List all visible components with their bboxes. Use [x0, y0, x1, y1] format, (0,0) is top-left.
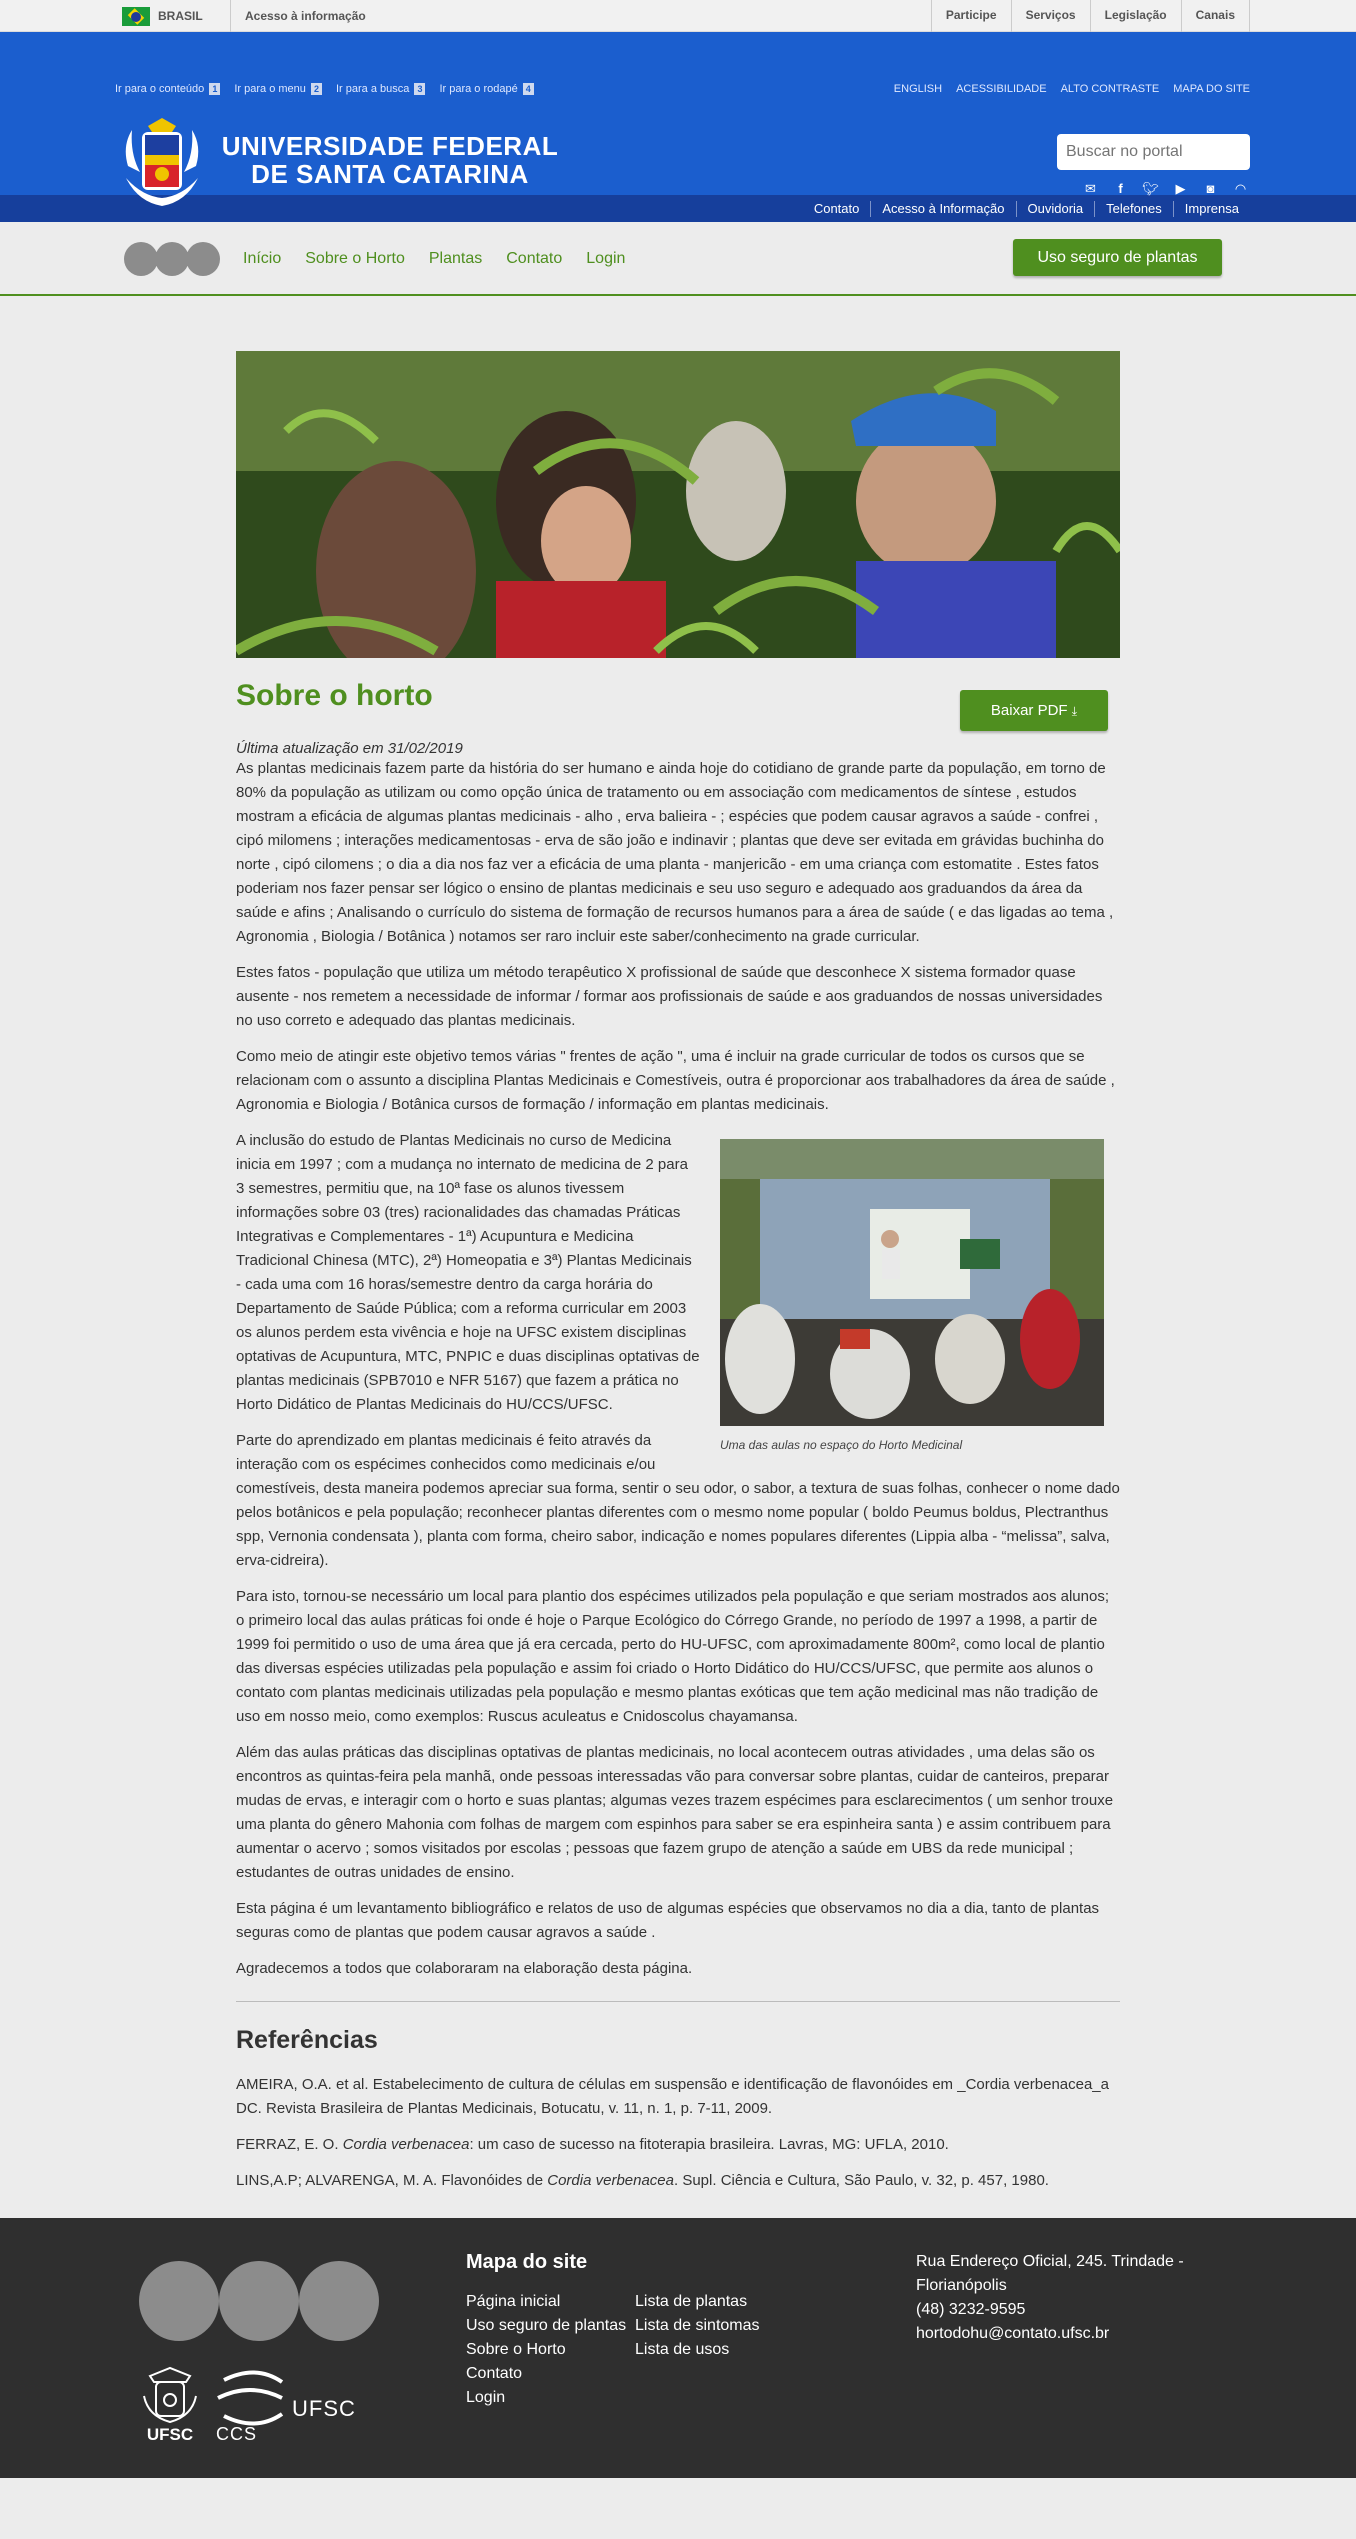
skip-link-footer[interactable]: Ir para o rodapé 4	[439, 83, 534, 95]
sub-link-imprensa[interactable]: Imprensa	[1172, 200, 1250, 217]
nav-plantas[interactable]: Plantas	[429, 250, 482, 268]
gov-bar: BRASIL Acesso à informação Participe Ser…	[0, 0, 1356, 32]
accessibility-link[interactable]: ACESSIBILIDADE	[956, 83, 1046, 95]
instagram-icon[interactable]: ◙	[1202, 180, 1219, 197]
paragraph: Além das aulas práticas das disciplinas …	[236, 1744, 1114, 1881]
logo-circle	[124, 242, 158, 276]
sub-link-acesso[interactable]: Acesso à Informação	[870, 200, 1015, 217]
nav-links: Início Sobre o Horto Plantas Contato Log…	[243, 222, 625, 296]
nav-contato[interactable]: Contato	[506, 250, 562, 268]
high-contrast-link[interactable]: ALTO CONTRASTE	[1061, 83, 1160, 95]
logo-circle	[219, 2261, 299, 2341]
skip-link-menu[interactable]: Ir para o menu 2	[234, 83, 322, 95]
site-footer: UFSC CCS UFSC Mapa do site Página inicia…	[0, 2218, 1356, 2478]
gov-link-canais[interactable]: Canais	[1180, 0, 1250, 32]
footer-phone: (48) 3232-9595	[916, 2301, 1026, 2318]
footer-address: Rua Endereço Oficial, 245. Trindade - Fl…	[916, 2253, 1184, 2294]
logo-circle	[299, 2261, 379, 2341]
access-info-link[interactable]: Acesso à informação	[230, 0, 366, 32]
sub-link-telefones[interactable]: Telefones	[1094, 200, 1173, 217]
reference-item: FERRAZ, E. O. Cordia verbenacea: um caso…	[236, 2136, 949, 2153]
footer-link-login[interactable]: Login	[466, 2386, 626, 2410]
gov-links: Participe Serviços Legislação Canais	[930, 0, 1250, 32]
class-figure: Uma das aulas no espaço do Horto Medicin…	[720, 1139, 1104, 1452]
social-links: ✉ f 🐦︎ ▶ ◙ ◠	[1082, 180, 1249, 197]
university-name[interactable]: UNIVERSIDADE FEDERAL DE SANTA CATARINA	[210, 132, 570, 188]
twitter-icon[interactable]: 🐦︎	[1142, 180, 1159, 197]
logo-circle	[186, 242, 220, 276]
ufsc-footer-logo[interactable]: UFSC	[140, 2366, 200, 2446]
accessibility-links: ENGLISH ACESSIBILIDADE ALTO CONTRASTE MA…	[894, 83, 1250, 95]
youtube-icon[interactable]: ▶	[1172, 180, 1189, 197]
references-title: Referências	[236, 2026, 378, 2054]
footer-link-contato[interactable]: Contato	[466, 2362, 626, 2386]
search-input[interactable]	[1057, 134, 1250, 170]
gov-link-legislacao[interactable]: Legislação	[1089, 0, 1181, 32]
footer-link-uso-seguro[interactable]: Uso seguro de plantas	[466, 2314, 626, 2338]
email-icon[interactable]: ✉	[1082, 180, 1099, 197]
footer-link-plantas[interactable]: Lista de plantas	[635, 2290, 760, 2314]
rss-icon[interactable]: ◠	[1232, 180, 1249, 197]
last-updated: Última atualização em 31/02/2019	[236, 740, 463, 757]
footer-column-2: Lista de plantas Lista de sintomas Lista…	[635, 2290, 760, 2362]
footer-link-sobre[interactable]: Sobre o Horto	[466, 2338, 626, 2362]
paragraph: Para isto, tornou-se necessário um local…	[236, 1588, 1109, 1725]
skip-link-content[interactable]: Ir para o conteúdo 1	[115, 83, 221, 95]
english-link[interactable]: ENGLISH	[894, 83, 942, 95]
footer-link-usos[interactable]: Lista de usos	[635, 2338, 760, 2362]
sub-link-contato[interactable]: Contato	[803, 201, 871, 217]
brasil-label: BRASIL	[158, 9, 203, 23]
gov-link-servicos[interactable]: Serviços	[1010, 0, 1090, 32]
divider	[236, 2001, 1120, 2002]
paragraph: Agradecemos a todos que colaboraram na e…	[236, 1960, 693, 1977]
footer-column-1: Página inicial Uso seguro de plantas Sob…	[466, 2290, 626, 2410]
nav-inicio[interactable]: Início	[243, 250, 281, 268]
main-content: Sobre o horto Baixar PDF ⤓ Última atuali…	[236, 296, 1120, 2193]
logo-circle	[139, 2261, 219, 2341]
sitemap-title: Mapa do site	[466, 2251, 588, 2273]
skip-links: Ir para o conteúdo 1 Ir para o menu 2 Ir…	[115, 83, 534, 95]
paragraph: Esta página é um levantamento bibliográf…	[236, 1900, 1100, 1941]
download-pdf-button[interactable]: Baixar PDF ⤓	[960, 690, 1108, 731]
figure-caption: Uma das aulas no espaço do Horto Medicin…	[720, 1438, 963, 1452]
reference-item: LINS,A.P; ALVARENGA, M. A. Flavonóides d…	[236, 2172, 1049, 2189]
facebook-icon[interactable]: f	[1112, 180, 1129, 197]
brasil-link[interactable]: BRASIL	[122, 0, 203, 32]
nav-sobre[interactable]: Sobre o Horto	[305, 250, 405, 268]
site-header: Ir para o conteúdo 1 Ir para o menu 2 Ir…	[0, 32, 1356, 206]
paragraph: Como meio de atingir este objetivo temos…	[236, 1048, 1115, 1113]
footer-contact: Rua Endereço Oficial, 245. Trindade - Fl…	[916, 2250, 1206, 2346]
footer-link-sintomas[interactable]: Lista de sintomas	[635, 2314, 760, 2338]
paragraph: Estes fatos - população que utiliza um m…	[236, 964, 1103, 1029]
sub-link-ouvidoria[interactable]: Ouvidoria	[1015, 200, 1095, 217]
ufsc-crest-icon[interactable]	[118, 116, 206, 211]
footer-email[interactable]: hortodohu@contato.ufsc.br	[916, 2322, 1206, 2346]
ccs-footer-logo[interactable]: CCS UFSC	[216, 2368, 356, 2448]
brazil-flag-icon	[122, 6, 150, 26]
hero-image	[236, 351, 1120, 658]
reference-item: AMEIRA, O.A. et al. Estabelecimento de c…	[236, 2076, 1109, 2117]
main-nav: Início Sobre o Horto Plantas Contato Log…	[0, 222, 1356, 296]
logo-circle	[155, 242, 189, 276]
footer-link-inicio[interactable]: Página inicial	[466, 2290, 626, 2314]
gov-link-participe[interactable]: Participe	[930, 0, 1011, 32]
class-photo	[720, 1139, 1104, 1426]
paragraph: As plantas medicinais fazem parte da his…	[236, 760, 1114, 945]
safe-use-button[interactable]: Uso seguro de plantas	[1013, 239, 1222, 276]
ufsc-crest-outline-icon	[143, 2366, 197, 2424]
nav-login[interactable]: Login	[586, 250, 625, 268]
sitemap-link[interactable]: MAPA DO SITE	[1173, 83, 1250, 95]
skip-link-search[interactable]: Ir para a busca 3	[336, 83, 426, 95]
download-icon: ⤓	[1071, 704, 1078, 718]
